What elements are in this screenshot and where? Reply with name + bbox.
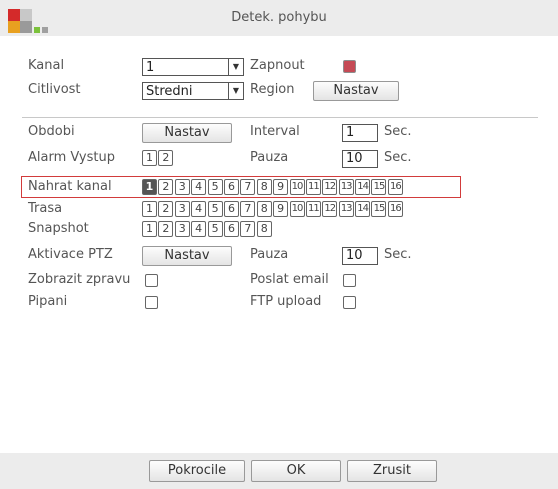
- snapshot-channel-2[interactable]: 2: [158, 221, 174, 237]
- show-message-label: Zobrazit zpravu: [28, 272, 131, 287]
- record-channel-1[interactable]: 1: [142, 179, 157, 195]
- snapshot-channels: 1 2 3 4 5 6 7 8: [142, 221, 273, 237]
- snapshot-label: Snapshot: [28, 221, 89, 236]
- ptz-pause-unit: Sec.: [384, 247, 412, 262]
- record-channel-13[interactable]: 13: [338, 179, 354, 195]
- record-channel-16[interactable]: 16: [387, 179, 403, 195]
- buzzer-checkbox[interactable]: [145, 296, 158, 309]
- sensitivity-select[interactable]: Stredni ▼: [142, 82, 244, 100]
- record-channel-3[interactable]: 3: [174, 179, 190, 195]
- tour-channel-2[interactable]: 2: [158, 201, 174, 217]
- ftp-upload-label: FTP upload: [250, 294, 322, 309]
- ftp-upload-checkbox[interactable]: [343, 296, 356, 309]
- alarm-output-1[interactable]: 1: [142, 150, 157, 166]
- sensitivity-select-value: Stredni: [146, 84, 193, 99]
- dialog-footer: Pokrocile OK Zrusit: [0, 453, 558, 489]
- alarm-output-channels: 1 2: [142, 150, 175, 166]
- tour-channel-9[interactable]: 9: [273, 201, 289, 217]
- record-channel-4[interactable]: 4: [191, 179, 207, 195]
- ptz-setup-button[interactable]: Nastav: [142, 246, 232, 266]
- snapshot-channel-1[interactable]: 1: [142, 221, 157, 237]
- buzzer-label: Pipani: [28, 294, 68, 309]
- period-setup-button[interactable]: Nastav: [142, 123, 232, 143]
- snapshot-channel-4[interactable]: 4: [191, 221, 207, 237]
- region-setup-button[interactable]: Nastav: [313, 81, 399, 101]
- tour-channels: 1 2 3 4 5 6 7 8 9 10 11 12 13 14 15 16: [142, 201, 404, 217]
- tour-channel-11[interactable]: 11: [305, 201, 321, 217]
- snapshot-channel-8[interactable]: 8: [256, 221, 272, 237]
- ok-button[interactable]: OK: [251, 460, 341, 482]
- tour-label: Trasa: [28, 201, 63, 216]
- snapshot-channel-6[interactable]: 6: [223, 221, 239, 237]
- record-channel-10[interactable]: 10: [289, 179, 305, 195]
- tour-channel-7[interactable]: 7: [240, 201, 256, 217]
- tour-channel-10[interactable]: 10: [289, 201, 305, 217]
- ptz-pause-label: Pauza: [250, 247, 289, 262]
- period-label: Obdobi: [28, 124, 75, 139]
- channel-select-value: 1: [146, 60, 155, 75]
- ptz-activation-label: Aktivace PTZ: [28, 247, 113, 262]
- snapshot-channel-3[interactable]: 3: [174, 221, 190, 237]
- record-channel-2[interactable]: 2: [158, 179, 174, 195]
- record-channel-9[interactable]: 9: [273, 179, 289, 195]
- cancel-button[interactable]: Zrusit: [347, 460, 437, 482]
- send-email-label: Poslat email: [250, 272, 329, 287]
- interval-input[interactable]: 1: [342, 124, 378, 142]
- enable-label: Zapnout: [250, 58, 305, 73]
- snapshot-channel-7[interactable]: 7: [240, 221, 256, 237]
- record-channel-8[interactable]: 8: [256, 179, 272, 195]
- send-email-checkbox[interactable]: [343, 274, 356, 287]
- tour-channel-8[interactable]: 8: [256, 201, 272, 217]
- record-channel-6[interactable]: 6: [223, 179, 239, 195]
- tour-channel-12[interactable]: 12: [322, 201, 338, 217]
- record-channel-label: Nahrat kanal: [28, 179, 112, 194]
- channel-label: Kanal: [28, 58, 65, 73]
- chevron-down-icon[interactable]: ▼: [228, 83, 243, 99]
- title-bar: Detek. pohybu: [0, 0, 558, 36]
- tour-channel-3[interactable]: 3: [174, 201, 190, 217]
- tour-channel-16[interactable]: 16: [387, 201, 403, 217]
- alarm-output-2[interactable]: 2: [158, 150, 174, 166]
- tour-channel-15[interactable]: 15: [371, 201, 387, 217]
- sensitivity-label: Citlivost: [28, 82, 81, 97]
- pause-label: Pauza: [250, 150, 289, 165]
- tour-channel-5[interactable]: 5: [207, 201, 223, 217]
- pause-unit: Sec.: [384, 150, 412, 165]
- ptz-pause-input[interactable]: 10: [342, 247, 378, 265]
- alarm-output-label: Alarm Vystup: [28, 150, 115, 165]
- window-title: Detek. pohybu: [231, 10, 327, 25]
- record-channel-5[interactable]: 5: [207, 179, 223, 195]
- record-channel-14[interactable]: 14: [355, 179, 371, 195]
- record-channel-12[interactable]: 12: [322, 179, 338, 195]
- channel-select[interactable]: 1 ▼: [142, 58, 244, 76]
- record-channels: 1 2 3 4 5 6 7 8 9 10 11 12 13 14 15 16: [142, 179, 404, 195]
- chevron-down-icon[interactable]: ▼: [228, 59, 243, 75]
- enable-checkbox[interactable]: [343, 60, 356, 73]
- section-divider: [22, 117, 538, 118]
- advanced-button[interactable]: Pokrocile: [149, 460, 245, 482]
- tour-channel-4[interactable]: 4: [191, 201, 207, 217]
- record-channel-15[interactable]: 15: [371, 179, 387, 195]
- tour-channel-6[interactable]: 6: [223, 201, 239, 217]
- region-label: Region: [250, 82, 295, 97]
- record-channel-11[interactable]: 11: [305, 179, 321, 195]
- interval-unit: Sec.: [384, 124, 412, 139]
- snapshot-channel-5[interactable]: 5: [207, 221, 223, 237]
- record-channel-7[interactable]: 7: [240, 179, 256, 195]
- interval-label: Interval: [250, 124, 300, 139]
- pause-input[interactable]: 10: [342, 150, 378, 168]
- tour-channel-14[interactable]: 14: [355, 201, 371, 217]
- show-message-checkbox[interactable]: [145, 274, 158, 287]
- tour-channel-1[interactable]: 1: [142, 201, 157, 217]
- tour-channel-13[interactable]: 13: [338, 201, 354, 217]
